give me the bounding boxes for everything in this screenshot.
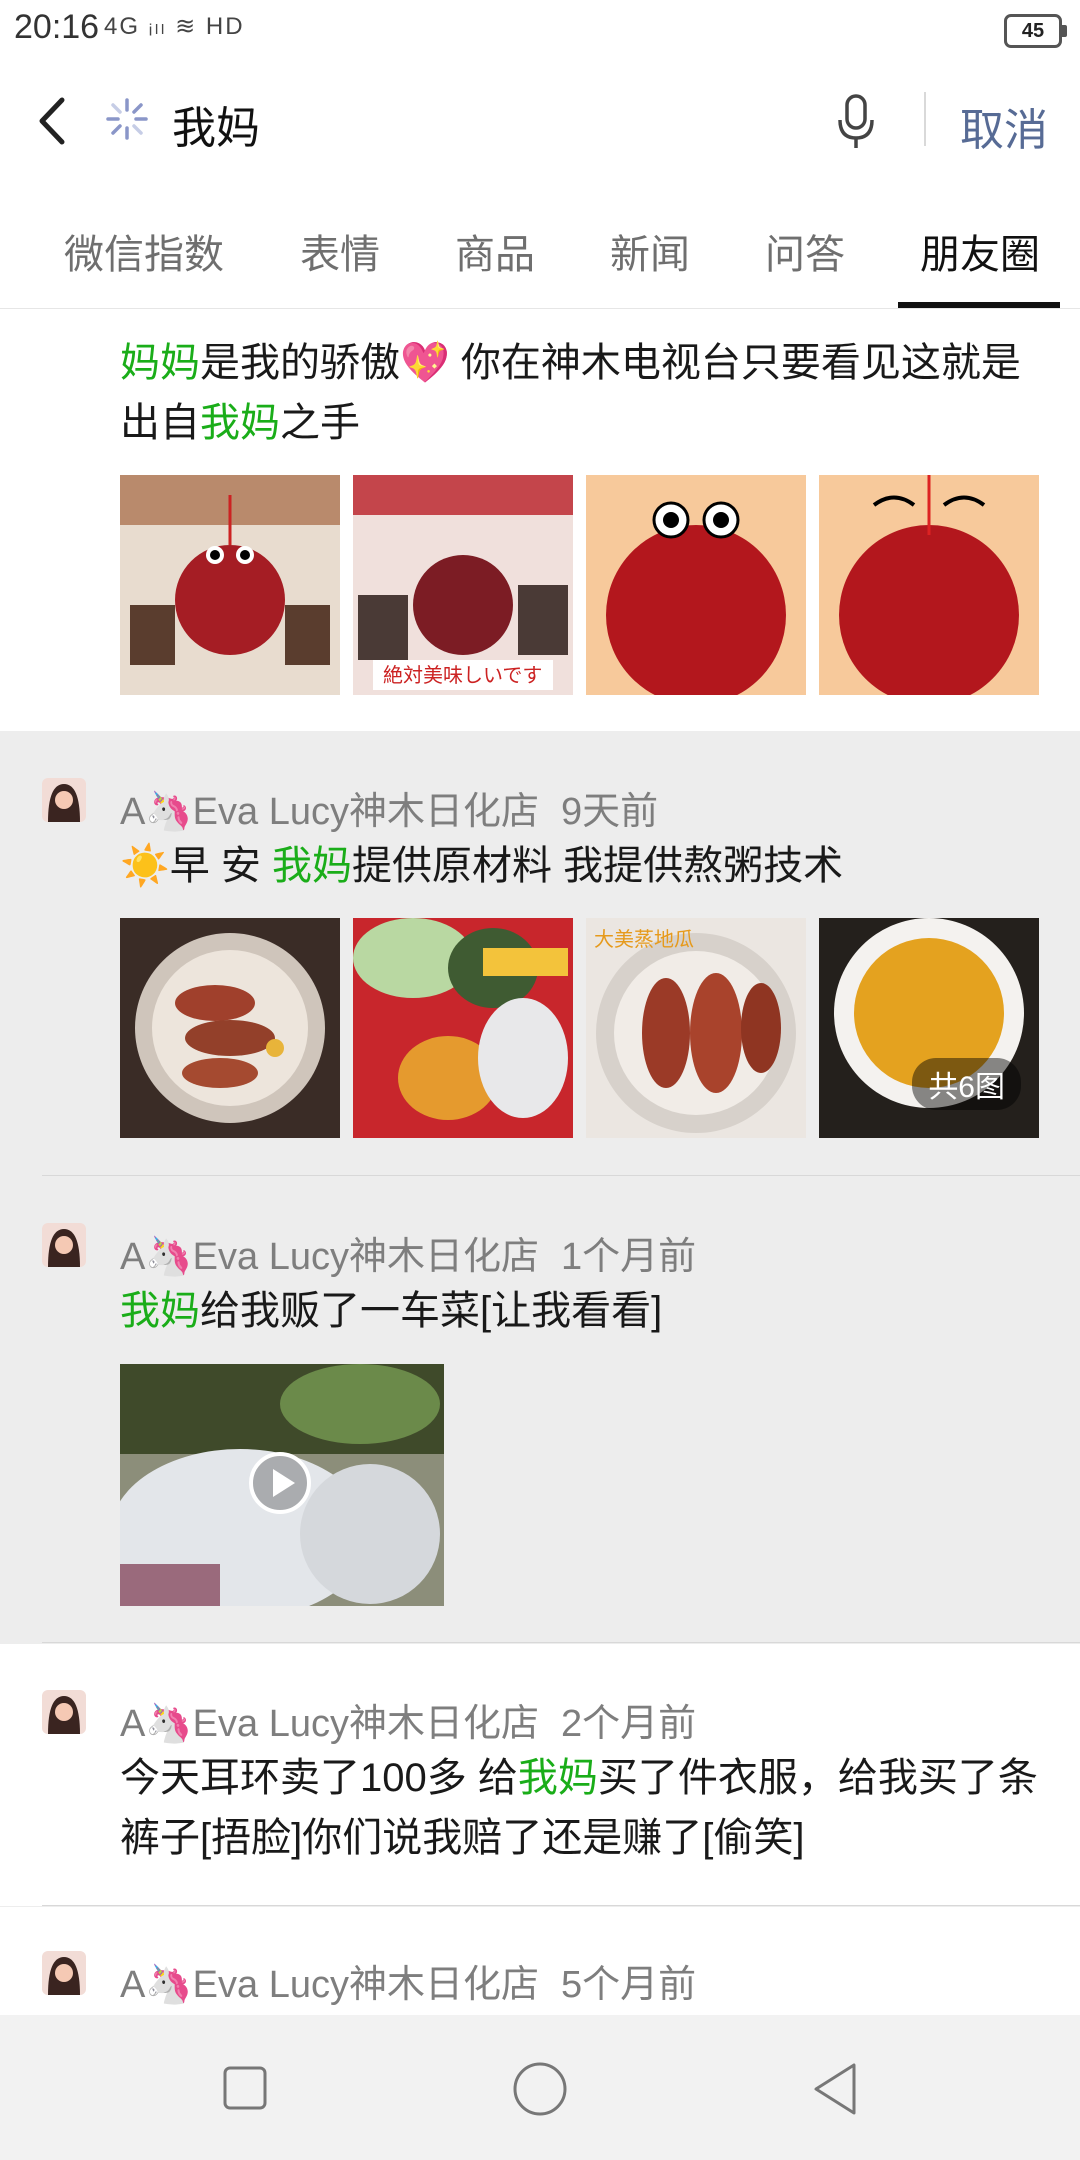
post-meta: A🦄Eva Lucy神木日化店 9天前 (120, 780, 658, 835)
post-image[interactable] (120, 475, 340, 695)
post-text-segment: ☀️早 安 (120, 844, 273, 888)
status-time: 20:16 (14, 8, 100, 46)
post-divider (42, 1642, 1080, 1643)
avatar[interactable] (42, 1223, 86, 1267)
tab-products[interactable]: 商品 (455, 222, 535, 280)
author-name[interactable]: A🦄Eva Lucy神木日化店 (120, 1703, 539, 1745)
system-navigation-bar (0, 2015, 1080, 2160)
author-name[interactable]: A🦄Eva Lucy神木日化店 (120, 791, 539, 833)
post-time: 9天前 (560, 791, 659, 833)
moment-post[interactable]: A🦄Eva Lucy神木日化店 2个月前 今天耳环卖了100多 给我妈买了件衣服，… (0, 1644, 1080, 1906)
post-time: 2个月前 (560, 1703, 697, 1745)
post-text: ☀️早 安 我妈提供原材料 我提供熬粥技术 (120, 836, 1040, 896)
post-time: 5个月前 (560, 1964, 697, 2006)
back-arrow-icon[interactable] (30, 86, 90, 156)
active-tab-indicator (898, 302, 1060, 308)
post-image[interactable] (120, 918, 340, 1138)
post-text: 今天耳环卖了100多 给我妈买了件衣服，给我买了条裤子[捂脸]你们说我赔了还是赚… (120, 1748, 1040, 1868)
post-image[interactable] (353, 918, 573, 1138)
post-image[interactable] (819, 475, 1039, 695)
keyword-highlight: 我妈 (517, 1756, 598, 1800)
avatar[interactable] (42, 1690, 86, 1734)
keyword-highlight: 我妈 (120, 1289, 200, 1333)
post-text-segment: 提供原材料 我提供熬粥技术 (352, 844, 844, 888)
post-divider (42, 1175, 1080, 1176)
search-bar: 我妈 取消 (0, 56, 1080, 185)
post-text: 我妈给我贩了一车菜[让我看看] (120, 1281, 1040, 1341)
post-meta: A🦄Eva Lucy神木日化店 5个月前 (120, 1953, 696, 2008)
search-separator (924, 92, 926, 146)
keyword-highlight: 我妈 (272, 844, 353, 888)
moment-post[interactable]: A🦄Eva Lucy神木日化店 9天前 ☀️早 安 我妈提供原材料 我提供熬粥技术… (0, 732, 1080, 1176)
post-video[interactable] (120, 1364, 444, 1606)
post-text: 妈妈是我的骄傲💖 你在神木电视台只要看见这就是出自我妈之手 (120, 333, 1040, 453)
svg-text:大美蒸地瓜: 大美蒸地瓜 (594, 927, 694, 951)
post-text-segment: 给我贩了一车菜[让我看看] (200, 1289, 663, 1333)
status-bar: 20:16 4G ᵢₗₗ ≋ HD 45 (0, 0, 1080, 56)
microphone-icon[interactable] (836, 92, 876, 152)
post-divider (42, 1905, 1080, 1906)
category-tabs: 微信指数 表情 商品 新闻 问答 朋友圈 (0, 184, 1080, 309)
avatar[interactable] (42, 1951, 86, 1995)
moment-post[interactable]: A🦄Eva Lucy神木日化店 1个月前 我妈给我贩了一车菜[让我看看] (0, 1177, 1080, 1643)
image-count-badge: 共6图 (912, 1058, 1021, 1110)
post-image[interactable]: 絶対美味しいです (353, 475, 573, 695)
author-name[interactable]: A🦄Eva Lucy神木日化店 (120, 1964, 539, 2006)
signal-indicators: 4G ᵢₗₗ ≋ HD (104, 13, 245, 40)
battery-icon: 45 (1004, 14, 1067, 48)
post-time: 1个月前 (560, 1236, 697, 1278)
post-image[interactable]: 大美蒸地瓜 (586, 918, 806, 1138)
post-image-grid: 絶対美味しいです (120, 475, 1040, 695)
post-meta: A🦄Eva Lucy神木日化店 2个月前 (120, 1692, 696, 1747)
avatar[interactable] (42, 778, 86, 822)
keyword-highlight: 我妈 (200, 401, 280, 445)
search-input[interactable]: 我妈 (172, 92, 260, 156)
post-image[interactable] (586, 475, 806, 695)
post-text-segment: 之手 (280, 401, 360, 445)
svg-text:絶対美味しいです: 絶対美味しいです (383, 663, 542, 687)
square-nav-icon[interactable] (222, 2065, 268, 2111)
post-image-grid: 大美蒸地瓜 共6图 (120, 918, 1040, 1138)
moments-feed: 妈妈是我的骄傲💖 你在神木电视台只要看见这就是出自我妈之手 絶対美味しいです A… (0, 309, 1080, 2015)
post-text-segment: 今天耳环卖了100多 给 (120, 1756, 518, 1800)
play-icon[interactable] (248, 1451, 312, 1515)
tab-wechat-index[interactable]: 微信指数 (64, 222, 224, 280)
circle-home-icon[interactable] (512, 2061, 568, 2117)
tab-news[interactable]: 新闻 (610, 222, 690, 280)
post-meta: A🦄Eva Lucy神木日化店 1个月前 (120, 1225, 696, 1280)
moment-post[interactable]: A🦄Eva Lucy神木日化店 5个月前 (0, 1907, 1080, 2015)
loading-spinner-icon (104, 96, 150, 142)
tab-moments[interactable]: 朋友圈 (920, 222, 1040, 280)
cancel-button[interactable]: 取消 (960, 94, 1048, 158)
triangle-back-icon[interactable] (810, 2061, 860, 2117)
keyword-highlight: 妈妈 (120, 341, 200, 385)
tab-stickers[interactable]: 表情 (300, 222, 380, 280)
moment-post[interactable]: 妈妈是我的骄傲💖 你在神木电视台只要看见这就是出自我妈之手 絶対美味しいです (0, 309, 1080, 731)
tab-qa[interactable]: 问答 (765, 222, 845, 280)
author-name[interactable]: A🦄Eva Lucy神木日化店 (120, 1236, 539, 1278)
post-image[interactable]: 共6图 (819, 918, 1039, 1138)
